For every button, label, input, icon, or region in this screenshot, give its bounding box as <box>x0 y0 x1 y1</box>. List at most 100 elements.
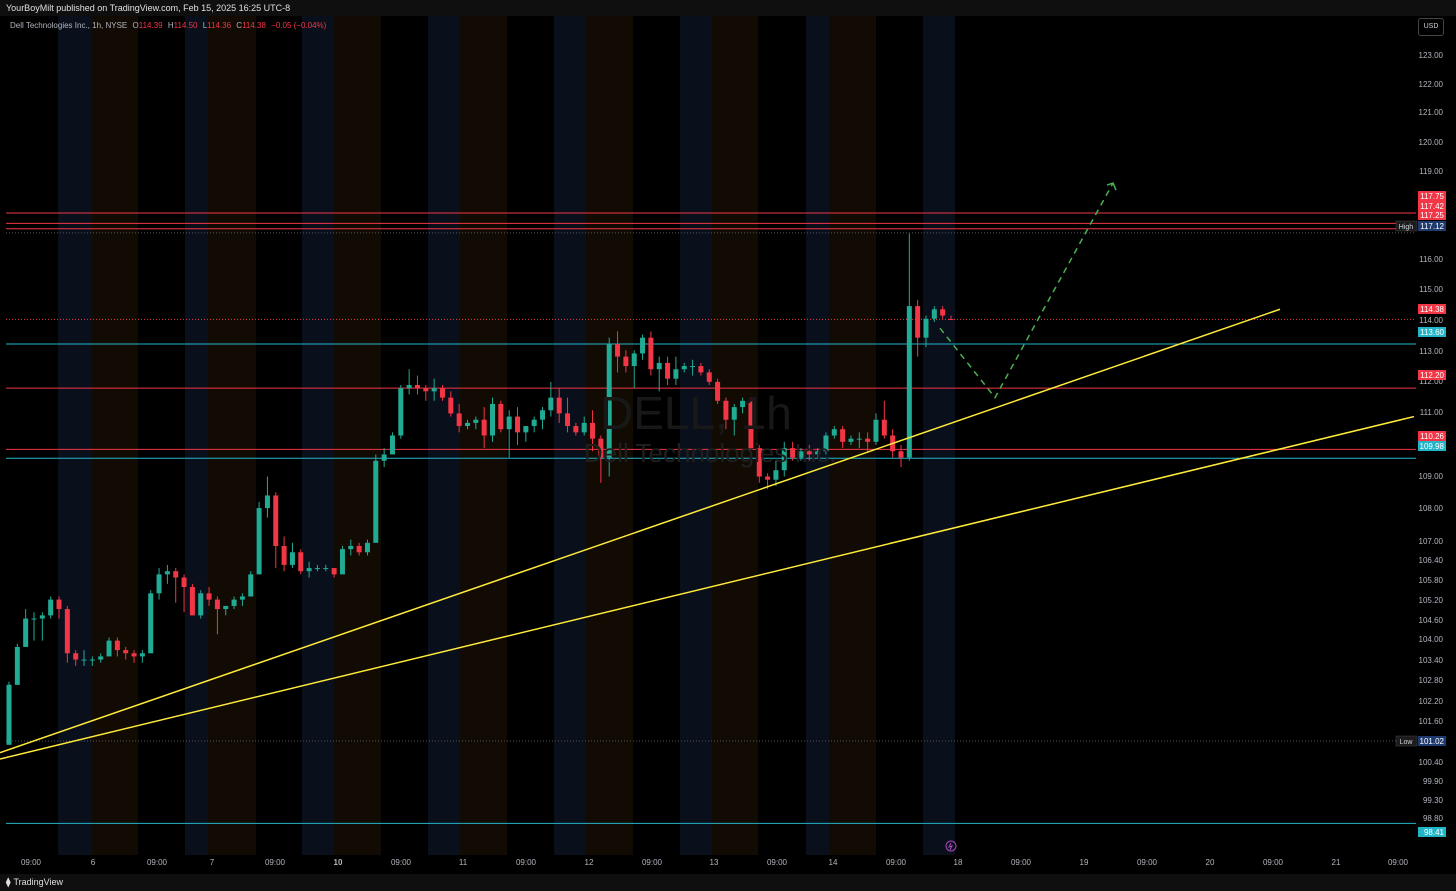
y-tick-label: 104.60 <box>1419 616 1444 625</box>
y-tick-label: 108.00 <box>1419 504 1444 513</box>
session-band <box>208 16 256 855</box>
level-tag-label: 101.02 <box>1420 737 1445 746</box>
level-tag-label: 113.60 <box>1420 328 1444 337</box>
footer-bar: ⧫ TradingView <box>0 874 1456 891</box>
candle-body <box>206 593 212 600</box>
session-band <box>185 16 208 855</box>
y-tick-label: 102.80 <box>1419 676 1444 685</box>
candle-body <box>439 388 445 398</box>
candle-body <box>306 568 312 572</box>
candle-body <box>64 609 70 654</box>
level-tag-label: 117.75 <box>1420 192 1444 201</box>
candle-body <box>198 593 204 616</box>
session-band <box>92 16 138 855</box>
candle-body <box>314 568 320 570</box>
symbol-label[interactable]: Dell Technologies Inc., 1h, NYSE <box>10 21 127 30</box>
candle-body <box>298 552 304 572</box>
projection-path <box>939 182 1114 399</box>
candle-body <box>423 388 429 392</box>
x-tick-label: 19 <box>1080 858 1089 867</box>
candle-body <box>114 640 120 651</box>
candle-body <box>506 416 512 430</box>
candle-body <box>498 403 504 430</box>
projection-arrowhead <box>1106 182 1117 191</box>
x-tick-label: 21 <box>1332 858 1341 867</box>
candle-body <box>456 413 462 427</box>
candle-body <box>531 419 537 427</box>
candle-body <box>156 574 162 594</box>
y-tick-label: 115.00 <box>1419 285 1443 294</box>
watermark-ticker: DELL, 1h <box>600 387 792 439</box>
ohlc-legend: Dell Technologies Inc., 1h, NYSE O114.39… <box>10 20 329 32</box>
candle-body <box>648 337 654 370</box>
candle-body <box>690 366 696 368</box>
y-tick-label: 105.80 <box>1419 576 1444 585</box>
candle-body <box>406 385 412 389</box>
candle-body <box>540 410 546 420</box>
open-label: O <box>132 21 139 30</box>
candle-body <box>364 542 370 553</box>
candle-body <box>73 653 79 660</box>
candle-body <box>915 306 921 338</box>
candle-body <box>398 388 404 436</box>
candle-body <box>565 413 571 427</box>
publish-info: YourBoyMilt published on TradingView.com… <box>0 0 1456 16</box>
candle-body <box>106 640 112 657</box>
level-name-label: Low <box>1400 739 1414 746</box>
candle-body <box>331 568 337 575</box>
y-tick-label: 109.00 <box>1419 472 1444 481</box>
candle-body <box>856 438 862 440</box>
currency-button[interactable]: USD <box>1418 18 1444 36</box>
y-tick-label: 107.00 <box>1419 537 1444 546</box>
y-tick-label: 106.40 <box>1419 556 1444 565</box>
low-value: 114.36 <box>207 21 232 30</box>
x-tick-label: 09:00 <box>21 858 42 867</box>
candle-body <box>673 369 679 379</box>
candle-body <box>14 646 20 685</box>
close-value: 114.38 <box>242 21 266 30</box>
x-tick-label: 09:00 <box>1137 858 1158 867</box>
y-tick-label: 100.40 <box>1419 758 1444 767</box>
candle-body <box>148 593 154 654</box>
y-tick-label: 123.00 <box>1419 51 1444 60</box>
candle-body <box>89 659 95 661</box>
x-tick-label: 09:00 <box>147 858 168 867</box>
candle-body <box>665 362 671 379</box>
candle-body <box>431 388 437 392</box>
y-tick-label: 101.60 <box>1419 717 1444 726</box>
y-tick-label: 104.00 <box>1419 635 1444 644</box>
candle-body <box>923 318 929 338</box>
candle-body <box>173 571 179 578</box>
x-tick-label: 7 <box>210 858 215 867</box>
candle-body <box>881 419 887 436</box>
candle-body <box>631 353 637 367</box>
candle-body <box>515 416 521 433</box>
brand-label: TradingView <box>13 877 63 887</box>
level-tag-label: 110.26 <box>1420 432 1444 441</box>
candle-body <box>906 306 912 458</box>
candle-body <box>264 495 270 509</box>
y-tick-label: 122.00 <box>1419 80 1444 89</box>
session-band <box>58 16 92 855</box>
x-tick-label: 09:00 <box>1263 858 1284 867</box>
candle-body <box>56 599 62 610</box>
level-tag-label: 114.38 <box>1420 305 1444 314</box>
x-tick-label: 18 <box>954 858 963 867</box>
candle-body <box>940 309 946 316</box>
x-tick-label: 09:00 <box>265 858 286 867</box>
candle-body <box>848 438 854 442</box>
candle-body <box>590 422 596 439</box>
candle-body <box>248 574 254 597</box>
candle-body <box>448 397 454 414</box>
candle-body <box>189 586 195 616</box>
candle-body <box>39 615 45 619</box>
x-tick-label: 09:00 <box>391 858 412 867</box>
y-tick-label: 103.40 <box>1419 656 1444 665</box>
x-tick-label: 09:00 <box>1011 858 1032 867</box>
session-band <box>554 16 586 855</box>
y-tick-label: 99.90 <box>1423 777 1444 786</box>
candle-body <box>681 366 687 370</box>
y-tick-label: 114.00 <box>1419 316 1443 325</box>
change-value: −0.05 (−0.04%) <box>271 21 327 30</box>
candle-body <box>31 618 37 620</box>
